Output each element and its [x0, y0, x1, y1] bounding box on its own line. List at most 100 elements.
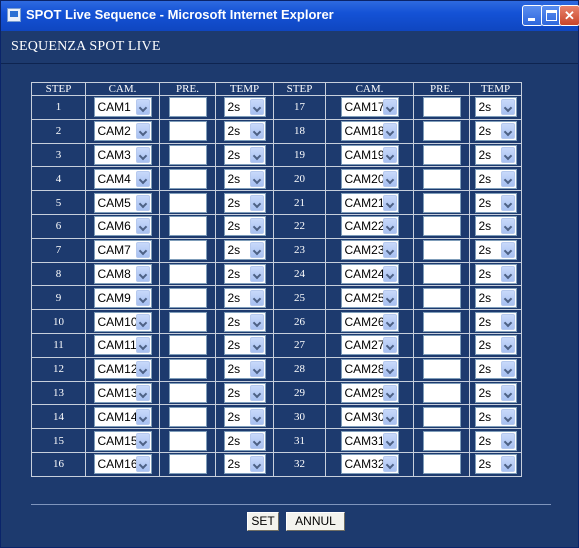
- preset-input[interactable]: [422, 168, 461, 189]
- camera-select[interactable]: CAM13: [93, 382, 152, 403]
- preset-input[interactable]: [168, 240, 207, 261]
- chevron-down-icon[interactable]: [249, 194, 264, 211]
- preset-input[interactable]: [422, 406, 461, 427]
- chevron-down-icon[interactable]: [135, 289, 150, 306]
- chevron-down-icon[interactable]: [500, 289, 515, 306]
- preset-input[interactable]: [422, 430, 461, 451]
- camera-select[interactable]: CAM8: [93, 263, 152, 284]
- dwell-time-select[interactable]: 2s: [474, 97, 517, 118]
- preset-input[interactable]: [422, 216, 461, 237]
- chevron-down-icon[interactable]: [135, 265, 150, 282]
- camera-select[interactable]: CAM10: [93, 311, 152, 332]
- close-icon[interactable]: ✕: [559, 5, 579, 26]
- chevron-down-icon[interactable]: [382, 432, 397, 449]
- preset-input[interactable]: [168, 335, 207, 356]
- chevron-down-icon[interactable]: [249, 384, 264, 401]
- camera-select[interactable]: CAM28: [340, 359, 399, 380]
- dwell-time-select[interactable]: 2s: [223, 430, 266, 451]
- preset-input[interactable]: [168, 216, 207, 237]
- chevron-down-icon[interactable]: [500, 456, 515, 473]
- dwell-time-select[interactable]: 2s: [223, 240, 266, 261]
- preset-input[interactable]: [168, 97, 207, 118]
- preset-input[interactable]: [168, 406, 207, 427]
- camera-select[interactable]: CAM25: [340, 287, 399, 308]
- chevron-down-icon[interactable]: [382, 456, 397, 473]
- camera-select[interactable]: CAM19: [340, 144, 399, 165]
- chevron-down-icon[interactable]: [500, 218, 515, 235]
- camera-select[interactable]: CAM30: [340, 406, 399, 427]
- camera-select[interactable]: CAM5: [93, 192, 152, 213]
- camera-select[interactable]: CAM7: [93, 240, 152, 261]
- dwell-time-select[interactable]: 2s: [474, 240, 517, 261]
- chevron-down-icon[interactable]: [382, 337, 397, 354]
- chevron-down-icon[interactable]: [382, 289, 397, 306]
- camera-select[interactable]: CAM29: [340, 382, 399, 403]
- chevron-down-icon[interactable]: [135, 384, 150, 401]
- dwell-time-select[interactable]: 2s: [474, 144, 517, 165]
- chevron-down-icon[interactable]: [500, 170, 515, 187]
- camera-select[interactable]: CAM27: [340, 335, 399, 356]
- camera-select[interactable]: CAM16: [93, 454, 152, 475]
- dwell-time-select[interactable]: 2s: [223, 216, 266, 237]
- camera-select[interactable]: CAM6: [93, 216, 152, 237]
- chevron-down-icon[interactable]: [500, 123, 515, 140]
- dwell-time-select[interactable]: 2s: [474, 192, 517, 213]
- camera-select[interactable]: CAM12: [93, 359, 152, 380]
- camera-select[interactable]: CAM24: [340, 263, 399, 284]
- camera-select[interactable]: CAM31: [340, 430, 399, 451]
- camera-select[interactable]: CAM17: [340, 97, 399, 118]
- dwell-time-select[interactable]: 2s: [474, 168, 517, 189]
- chevron-down-icon[interactable]: [500, 146, 515, 163]
- camera-select[interactable]: CAM9: [93, 287, 152, 308]
- chevron-down-icon[interactable]: [135, 361, 150, 378]
- preset-input[interactable]: [422, 240, 461, 261]
- chevron-down-icon[interactable]: [135, 313, 150, 330]
- preset-input[interactable]: [422, 287, 461, 308]
- chevron-down-icon[interactable]: [500, 408, 515, 425]
- dwell-time-select[interactable]: 2s: [474, 287, 517, 308]
- preset-input[interactable]: [422, 359, 461, 380]
- chevron-down-icon[interactable]: [135, 218, 150, 235]
- camera-select[interactable]: CAM21: [340, 192, 399, 213]
- dwell-time-select[interactable]: 2s: [223, 454, 266, 475]
- dwell-time-select[interactable]: 2s: [223, 263, 266, 284]
- minimize-icon[interactable]: [522, 5, 543, 26]
- annul-button[interactable]: ANNUL: [286, 512, 345, 531]
- chevron-down-icon[interactable]: [135, 146, 150, 163]
- dwell-time-select[interactable]: 2s: [474, 311, 517, 332]
- preset-input[interactable]: [422, 97, 461, 118]
- chevron-down-icon[interactable]: [382, 194, 397, 211]
- preset-input[interactable]: [168, 311, 207, 332]
- dwell-time-select[interactable]: 2s: [474, 263, 517, 284]
- chevron-down-icon[interactable]: [500, 337, 515, 354]
- chevron-down-icon[interactable]: [135, 170, 150, 187]
- chevron-down-icon[interactable]: [500, 361, 515, 378]
- chevron-down-icon[interactable]: [135, 432, 150, 449]
- preset-input[interactable]: [422, 192, 461, 213]
- chevron-down-icon[interactable]: [500, 265, 515, 282]
- chevron-down-icon[interactable]: [382, 242, 397, 259]
- camera-select[interactable]: CAM18: [340, 121, 399, 142]
- chevron-down-icon[interactable]: [500, 194, 515, 211]
- dwell-time-select[interactable]: 2s: [474, 406, 517, 427]
- chevron-down-icon[interactable]: [249, 242, 264, 259]
- preset-input[interactable]: [422, 121, 461, 142]
- set-button[interactable]: SET: [247, 512, 279, 531]
- chevron-down-icon[interactable]: [249, 432, 264, 449]
- chevron-down-icon[interactable]: [500, 242, 515, 259]
- camera-select[interactable]: CAM23: [340, 240, 399, 261]
- chevron-down-icon[interactable]: [249, 456, 264, 473]
- dwell-time-select[interactable]: 2s: [223, 121, 266, 142]
- dwell-time-select[interactable]: 2s: [223, 406, 266, 427]
- chevron-down-icon[interactable]: [135, 123, 150, 140]
- chevron-down-icon[interactable]: [249, 313, 264, 330]
- chevron-down-icon[interactable]: [382, 265, 397, 282]
- dwell-time-select[interactable]: 2s: [223, 382, 266, 403]
- preset-input[interactable]: [168, 359, 207, 380]
- title-bar[interactable]: SPOT Live Sequence - Microsoft Internet …: [1, 1, 579, 31]
- camera-select[interactable]: CAM14: [93, 406, 152, 427]
- dwell-time-select[interactable]: 2s: [223, 335, 266, 356]
- dwell-time-select[interactable]: 2s: [474, 121, 517, 142]
- chevron-down-icon[interactable]: [500, 432, 515, 449]
- dwell-time-select[interactable]: 2s: [223, 287, 266, 308]
